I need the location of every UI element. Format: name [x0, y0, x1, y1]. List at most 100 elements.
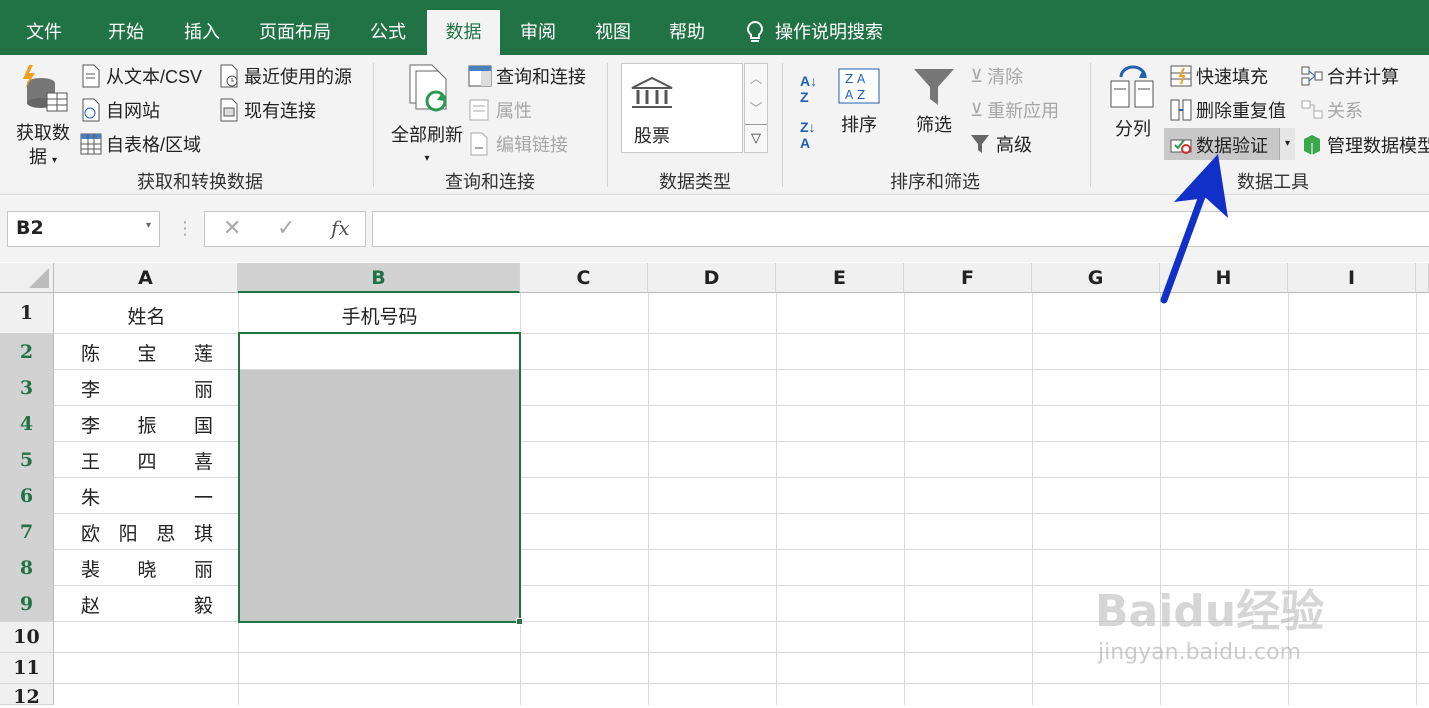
tab-review[interactable]: 审阅: [506, 10, 570, 55]
text-to-columns-button[interactable]: 分列: [1106, 65, 1160, 141]
name-cell-4[interactable]: 王四喜: [55, 442, 238, 478]
tab-file[interactable]: 文件: [10, 10, 78, 55]
filter-label: 筛选: [916, 115, 952, 135]
select-all-corner[interactable]: [0, 263, 54, 293]
flash-fill-button[interactable]: 快速填充: [1170, 63, 1268, 89]
row-header-9[interactable]: 9: [0, 586, 54, 622]
recent-sources-button[interactable]: 最近使用的源: [218, 63, 352, 89]
remove-duplicates-button[interactable]: 删除重复值: [1170, 97, 1286, 123]
tab-home[interactable]: 开始: [92, 10, 160, 55]
name-char: 振: [137, 414, 157, 437]
flash-fill-label: 快速填充: [1196, 67, 1268, 87]
header-phone-cell[interactable]: 手机号码: [239, 302, 520, 329]
row-header-4[interactable]: 4: [0, 406, 54, 442]
cell-b2[interactable]: [240, 334, 519, 369]
column-header-f[interactable]: F: [904, 263, 1032, 293]
name-cell-5[interactable]: 朱一: [55, 478, 238, 514]
chevron-down-icon: ▾: [1284, 138, 1291, 149]
column-header-e[interactable]: E: [776, 263, 904, 293]
enter-icon[interactable]: ✓: [277, 215, 295, 241]
selection-border: [238, 332, 521, 623]
bank-icon: [631, 76, 673, 108]
advanced-filter-label: 高级: [996, 135, 1032, 155]
column-header-c[interactable]: C: [520, 263, 648, 293]
name-cell-7[interactable]: 裴晓丽: [55, 550, 238, 586]
from-table-button[interactable]: 自表格/区域: [80, 131, 201, 157]
name-char: 欧: [81, 522, 101, 545]
row-header-3[interactable]: 3: [0, 370, 54, 406]
chevron-down-icon: ﹀: [749, 101, 763, 116]
svg-text:Z A: Z A: [845, 72, 866, 86]
header-name-cell[interactable]: 姓名: [55, 302, 238, 329]
row-header-1[interactable]: 1: [0, 293, 54, 334]
name-cell-3[interactable]: 李振国: [55, 406, 238, 442]
sort-button[interactable]: Z A A Z 排序: [834, 67, 884, 137]
row-header-10[interactable]: 10: [0, 622, 54, 653]
tell-me-search[interactable]: 操作说明搜索: [745, 10, 905, 55]
filter-button[interactable]: 筛选: [908, 67, 960, 137]
sort-descending-button[interactable]: Z↓ A: [800, 119, 816, 151]
reapply-button[interactable]: ⊻ 重新应用: [970, 97, 1059, 123]
name-char: 国: [193, 414, 213, 437]
name-char: 丽: [193, 378, 213, 401]
edit-links-button[interactable]: 编辑链接: [468, 131, 568, 157]
data-validation-dropdown[interactable]: ▾: [1279, 128, 1295, 160]
column-header-d[interactable]: D: [648, 263, 776, 293]
from-text-csv-button[interactable]: 从文本/CSV: [80, 63, 202, 89]
flash-fill-icon: [1170, 65, 1192, 87]
watermark-url: jingyan.baidu.com: [1098, 640, 1302, 665]
consolidate-button[interactable]: 合并计算: [1301, 63, 1399, 89]
row-header-5[interactable]: 5: [0, 442, 54, 478]
tab-page-layout[interactable]: 页面布局: [250, 10, 340, 55]
relationships-button[interactable]: 关系: [1301, 97, 1363, 123]
from-web-button[interactable]: 自网站: [80, 97, 160, 123]
name-cell-8[interactable]: 赵毅: [55, 586, 238, 622]
row-header-2[interactable]: 2: [0, 334, 54, 370]
text-file-icon: [82, 64, 100, 88]
stocks-datatype-button[interactable]: 股票: [621, 63, 743, 153]
column-header-i[interactable]: I: [1288, 263, 1416, 293]
cancel-icon[interactable]: ✕: [223, 215, 241, 241]
get-data-button[interactable]: 获取数 据 ▾: [10, 63, 76, 173]
formula-buttons: ✕ ✓ fx: [204, 211, 366, 247]
name-char: 四: [137, 450, 157, 473]
tab-insert[interactable]: 插入: [168, 10, 236, 55]
existing-connections-button[interactable]: 现有连接: [218, 97, 316, 123]
fill-handle[interactable]: [516, 618, 523, 625]
name-cell-6[interactable]: 欧阳思琪: [55, 514, 238, 550]
name-cell-2[interactable]: 李丽: [55, 370, 238, 406]
manage-data-model-button[interactable]: 管理数据模型: [1301, 132, 1429, 158]
name-box[interactable]: B2 ▾: [7, 211, 160, 247]
row-header-11[interactable]: 11: [0, 653, 54, 684]
queries-connections-button[interactable]: 查询和连接: [468, 63, 586, 89]
formula-input[interactable]: [372, 211, 1429, 247]
row-header-7[interactable]: 7: [0, 514, 54, 550]
row-header-6[interactable]: 6: [0, 478, 54, 514]
tab-formulas[interactable]: 公式: [354, 10, 422, 55]
sort-ascending-button[interactable]: A↓ Z: [800, 73, 817, 105]
query-pane-icon: [468, 65, 492, 87]
name-char: 一: [193, 486, 213, 509]
clear-filter-button[interactable]: ⊻ 清除: [970, 63, 1023, 89]
insert-function-icon[interactable]: fx: [331, 216, 350, 240]
chevron-up-icon: ︿: [749, 71, 763, 86]
column-header-next[interactable]: [1416, 263, 1429, 293]
name-char: 莲: [193, 342, 213, 365]
refresh-all-button[interactable]: 全部刷新 ▾: [384, 63, 470, 171]
tab-help[interactable]: 帮助: [655, 10, 719, 55]
relationships-icon: [1301, 100, 1323, 119]
advanced-filter-button[interactable]: 高级: [970, 131, 1032, 157]
name-char: 朱: [81, 486, 101, 509]
datatype-gallery-scroll[interactable]: ︿ ﹀ ▽: [744, 63, 768, 153]
column-header-a[interactable]: A: [54, 263, 238, 293]
row-header-12[interactable]: 12: [0, 684, 54, 708]
column-header-g[interactable]: G: [1032, 263, 1160, 293]
tab-view[interactable]: 视图: [581, 10, 645, 55]
name-cell-1[interactable]: 陈宝莲: [55, 334, 238, 370]
column-header-b[interactable]: B: [238, 263, 520, 293]
tab-data[interactable]: 数据: [427, 10, 500, 55]
properties-icon: [469, 99, 489, 121]
properties-button[interactable]: 属性: [468, 97, 532, 123]
reapply-icon: ⊻: [970, 99, 984, 120]
row-header-8[interactable]: 8: [0, 550, 54, 586]
